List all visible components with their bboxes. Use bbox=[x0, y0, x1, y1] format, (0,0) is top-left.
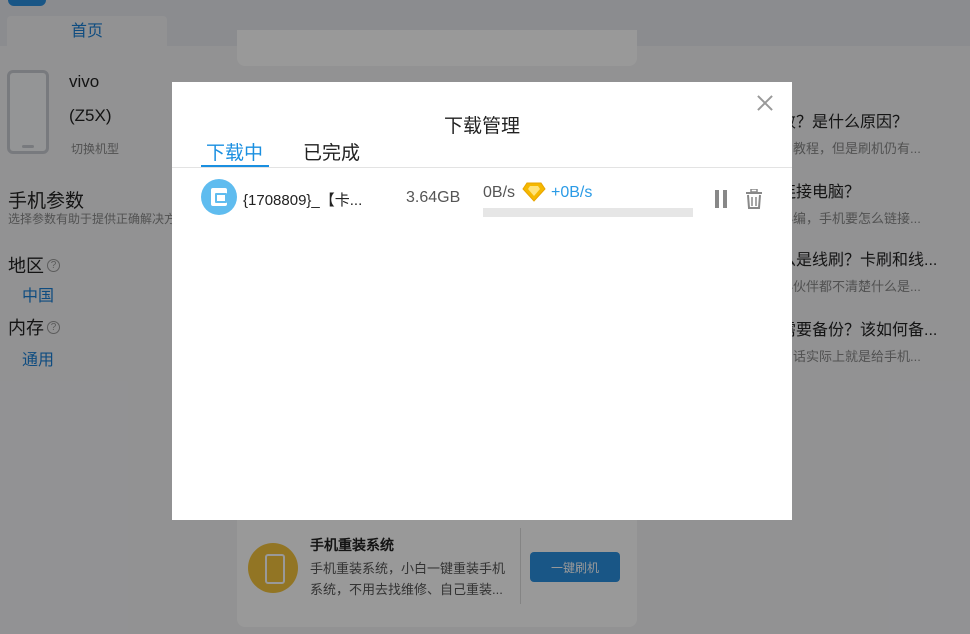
download-speed: 0B/s bbox=[483, 184, 516, 201]
download-progress-bar bbox=[483, 208, 693, 217]
dialog-title: 下载管理 bbox=[443, 116, 520, 137]
file-name: {1708809}_【卡... bbox=[243, 192, 363, 209]
lock-phone-icon bbox=[201, 179, 237, 215]
trash-icon[interactable] bbox=[745, 189, 763, 209]
download-manager-dialog: 下载管理 下载中 已完成 {1708809}_【卡... 3.64GB 0B/s… bbox=[172, 82, 792, 520]
download-row: {1708809}_【卡... 3.64GB 0B/s +0B/s bbox=[172, 177, 792, 221]
diamond-icon bbox=[522, 182, 546, 202]
tab-downloading[interactable]: 下载中 bbox=[206, 138, 263, 165]
file-size: 3.64GB bbox=[406, 189, 461, 206]
pause-icon[interactable] bbox=[714, 190, 728, 208]
tab-completed[interactable]: 已完成 bbox=[303, 138, 360, 165]
tabs-divider bbox=[172, 167, 792, 168]
close-icon[interactable] bbox=[754, 92, 776, 114]
vip-speed: +0B/s bbox=[551, 184, 593, 201]
